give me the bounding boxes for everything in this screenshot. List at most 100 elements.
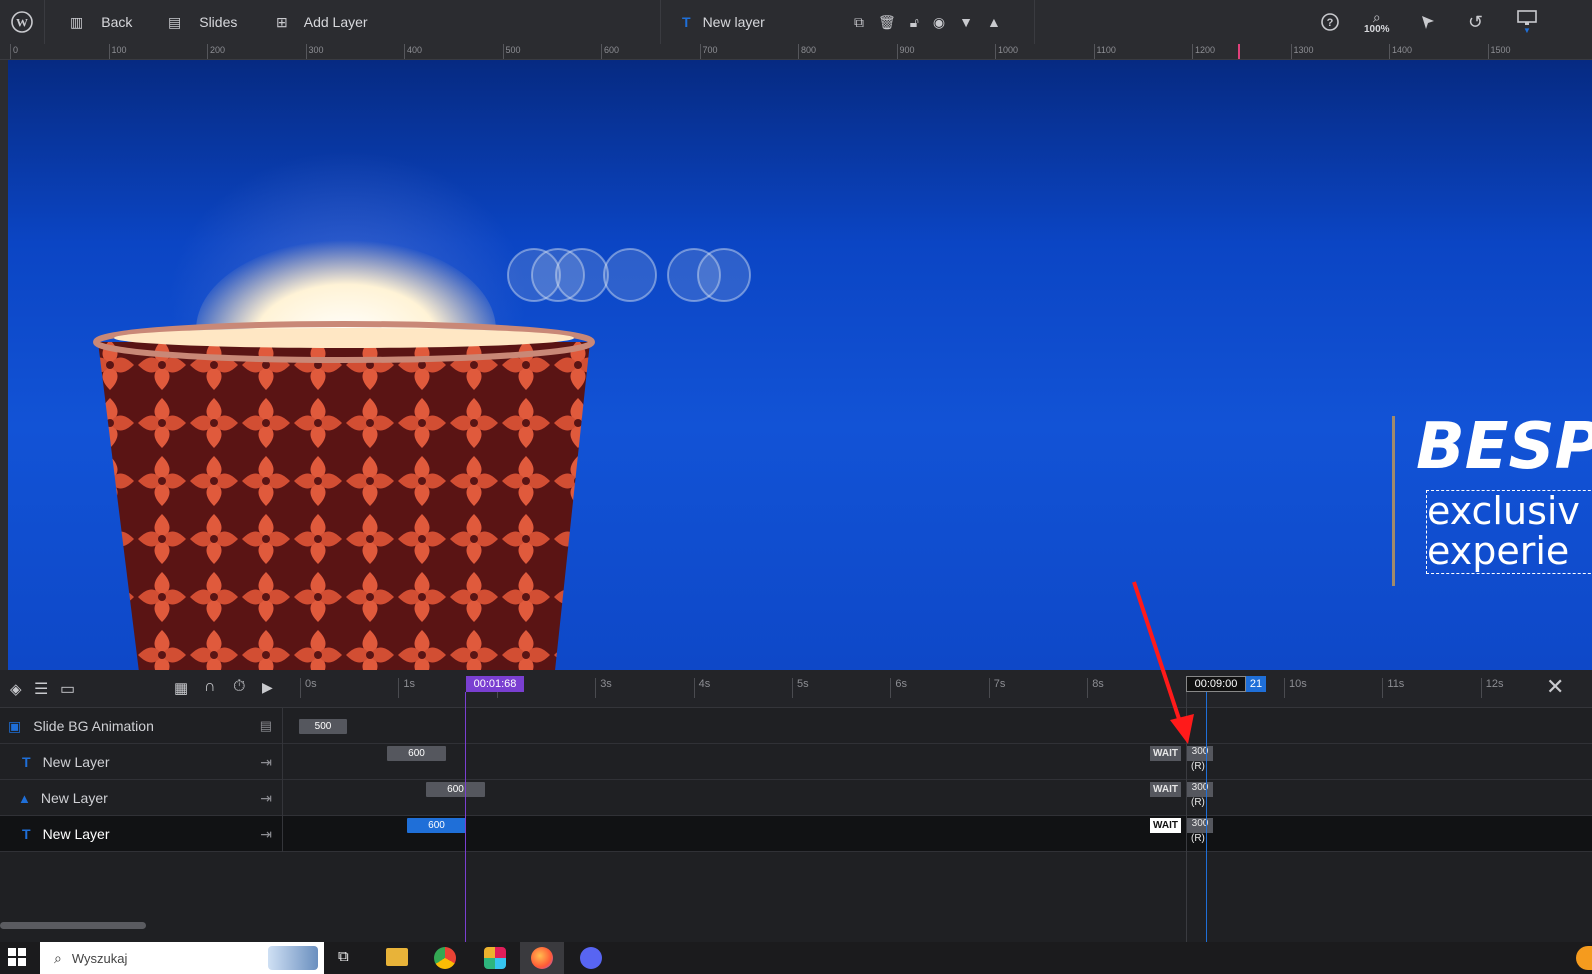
stopwatch-icon[interactable]: ⏱︎: [233, 678, 245, 696]
undo-icon[interactable]: ↺: [1468, 0, 1483, 44]
duration-bar[interactable]: 600: [407, 818, 466, 833]
search-box[interactable]: ⌕ Wyszukaj: [40, 942, 324, 974]
time-tick: 4s: [693, 678, 710, 698]
add-layer-icon: ⊞: [276, 13, 288, 30]
subline-layer[interactable]: exclusiv experie: [1426, 490, 1592, 574]
timeline-scrollbar[interactable]: [0, 922, 146, 929]
time-tick: 11s: [1382, 678, 1404, 698]
row-label: New Layer: [40, 790, 108, 806]
playhead-time[interactable]: 00:01:68: [466, 676, 524, 692]
add-layer-button[interactable]: ⊞ Add Layer: [276, 0, 368, 44]
svg-text:?: ?: [1327, 17, 1334, 29]
duplicate-icon[interactable]: ⧉: [854, 14, 864, 31]
subline-1: exclusiv: [1427, 490, 1580, 533]
ruler-tick: 200: [207, 44, 225, 59]
duration-bar[interactable]: 600: [387, 746, 446, 761]
time-tick: 0s: [300, 678, 317, 698]
slides-button[interactable]: ▤ Slides: [168, 0, 237, 44]
file-explorer-icon[interactable]: [386, 948, 408, 966]
move-down-icon[interactable]: ▼: [959, 14, 973, 30]
end-marker[interactable]: 21: [1246, 676, 1266, 692]
text-layer-icon: T: [682, 14, 691, 30]
trash-icon[interactable]: 🗑︎: [878, 14, 896, 31]
magnet-icon[interactable]: ∩: [204, 678, 216, 696]
windows-start-icon[interactable]: [8, 948, 26, 971]
timeline-row[interactable]: ▲ New Layer ⇥ 600 WAIT 300 (R): [0, 780, 1592, 816]
timeline-header: ◈ ☰ ▭ ▦ ∩ ⏱︎ ▶ 0s1s2s3s4s5s6s7s8s9s10s11…: [0, 670, 1592, 708]
chrome-icon[interactable]: [434, 947, 456, 969]
discord-icon[interactable]: [580, 947, 602, 969]
wait-badge[interactable]: WAIT: [1150, 818, 1181, 833]
duration-bar[interactable]: 500: [299, 719, 347, 734]
timeline-row[interactable]: T New Layer ⇥ 600 WAIT 300 (R): [0, 744, 1592, 780]
close-icon[interactable]: ✕: [1546, 674, 1564, 700]
jump-end-icon[interactable]: ⇥: [260, 826, 272, 843]
ruler-tick: 300: [305, 44, 324, 59]
play-icon[interactable]: ▶: [262, 679, 273, 696]
tray-app-icon[interactable]: [1576, 946, 1592, 970]
ruler-tick: 1500: [1487, 44, 1511, 59]
headline-text[interactable]: BESP: [1416, 410, 1592, 484]
out-duration[interactable]: 300: [1187, 782, 1213, 797]
row-label: New Layer: [42, 754, 110, 770]
wait-badge[interactable]: WAIT: [1150, 746, 1181, 761]
folder-icon[interactable]: ▭: [60, 679, 75, 699]
layer-name-field[interactable]: T New layer: [682, 0, 765, 44]
ruler-tick: 100: [108, 44, 127, 59]
jump-end-icon[interactable]: ⇥: [260, 790, 272, 807]
help-icon[interactable]: ?: [1320, 0, 1340, 44]
time-tick: 7s: [988, 678, 1005, 698]
zoom-icon: ⌕: [1372, 8, 1381, 25]
pointer-icon[interactable]: [1420, 0, 1436, 44]
text-divider: [1392, 416, 1395, 586]
grid-snap-icon[interactable]: ▦: [174, 679, 188, 697]
text-layer-icon: T: [22, 826, 31, 842]
layer-name: New layer: [702, 14, 765, 30]
out-duration[interactable]: 300: [1187, 818, 1213, 833]
wait-badge[interactable]: WAIT: [1150, 782, 1181, 797]
add-layer-label: Add Layer: [303, 14, 368, 30]
wordpress-logo-icon[interactable]: W: [6, 0, 38, 44]
ruler-tick: 700: [699, 44, 718, 59]
ruler-tick: 1300: [1290, 44, 1314, 59]
out-tag: (R): [1191, 797, 1205, 808]
move-up-icon[interactable]: ▲: [987, 14, 1001, 30]
end-line[interactable]: [1206, 692, 1207, 942]
zoom-control[interactable]: ⌕ 100%: [1364, 0, 1390, 44]
time-tick: 8s: [1087, 678, 1104, 698]
ruler-tick: 1000: [995, 44, 1018, 59]
os-taskbar: ⌕ Wyszukaj ⧉: [0, 942, 1592, 974]
eye-icon[interactable]: ◉: [933, 14, 945, 31]
slides-icon: ▤: [168, 13, 182, 30]
zoom-level: 100%: [1364, 23, 1390, 35]
playhead-line[interactable]: [465, 692, 466, 942]
jump-end-icon[interactable]: ⇥: [260, 754, 272, 771]
timeline-panel: ◈ ☰ ▭ ▦ ∩ ⏱︎ ▶ 0s1s2s3s4s5s6s7s8s9s10s11…: [0, 670, 1592, 942]
list-icon[interactable]: ☰: [34, 679, 48, 699]
ruler-tick: 500: [502, 44, 521, 59]
bg-settings-icon[interactable]: ▤: [260, 718, 272, 734]
slack-icon[interactable]: [484, 947, 506, 969]
lock-icon[interactable]: 🔓︎: [910, 14, 919, 31]
time-tick: 1s: [398, 678, 415, 698]
time-tick: 10s: [1284, 678, 1307, 698]
ruler-tick: 1100: [1093, 44, 1116, 59]
time-tick: 12s: [1480, 678, 1504, 698]
duration-bar[interactable]: 600: [426, 782, 485, 797]
out-tag: (R): [1191, 761, 1205, 772]
ruler-tick: 1200: [1192, 44, 1215, 59]
out-duration[interactable]: 300: [1187, 746, 1213, 761]
firefox-icon[interactable]: [531, 947, 553, 969]
subline-2: experie: [1427, 529, 1570, 573]
ruler-tick: 900: [896, 44, 915, 59]
task-view-icon[interactable]: ⧉: [338, 948, 349, 965]
svg-text:W: W: [16, 16, 28, 30]
desktop-view-icon[interactable]: ▼: [1516, 0, 1538, 44]
ruler-tick: 800: [798, 44, 816, 59]
layers-icon[interactable]: ◈: [10, 680, 22, 698]
timeline-row-selected[interactable]: T New Layer ⇥ 600 WAIT 300 (R): [0, 816, 1592, 852]
timeline-row[interactable]: ▣ Slide BG Animation ▤ 500: [0, 708, 1592, 744]
back-button[interactable]: ▥ Back: [70, 0, 132, 44]
row-label: New Layer: [42, 826, 110, 842]
slide-canvas[interactable]: BESP exclusiv experie: [8, 60, 1592, 670]
